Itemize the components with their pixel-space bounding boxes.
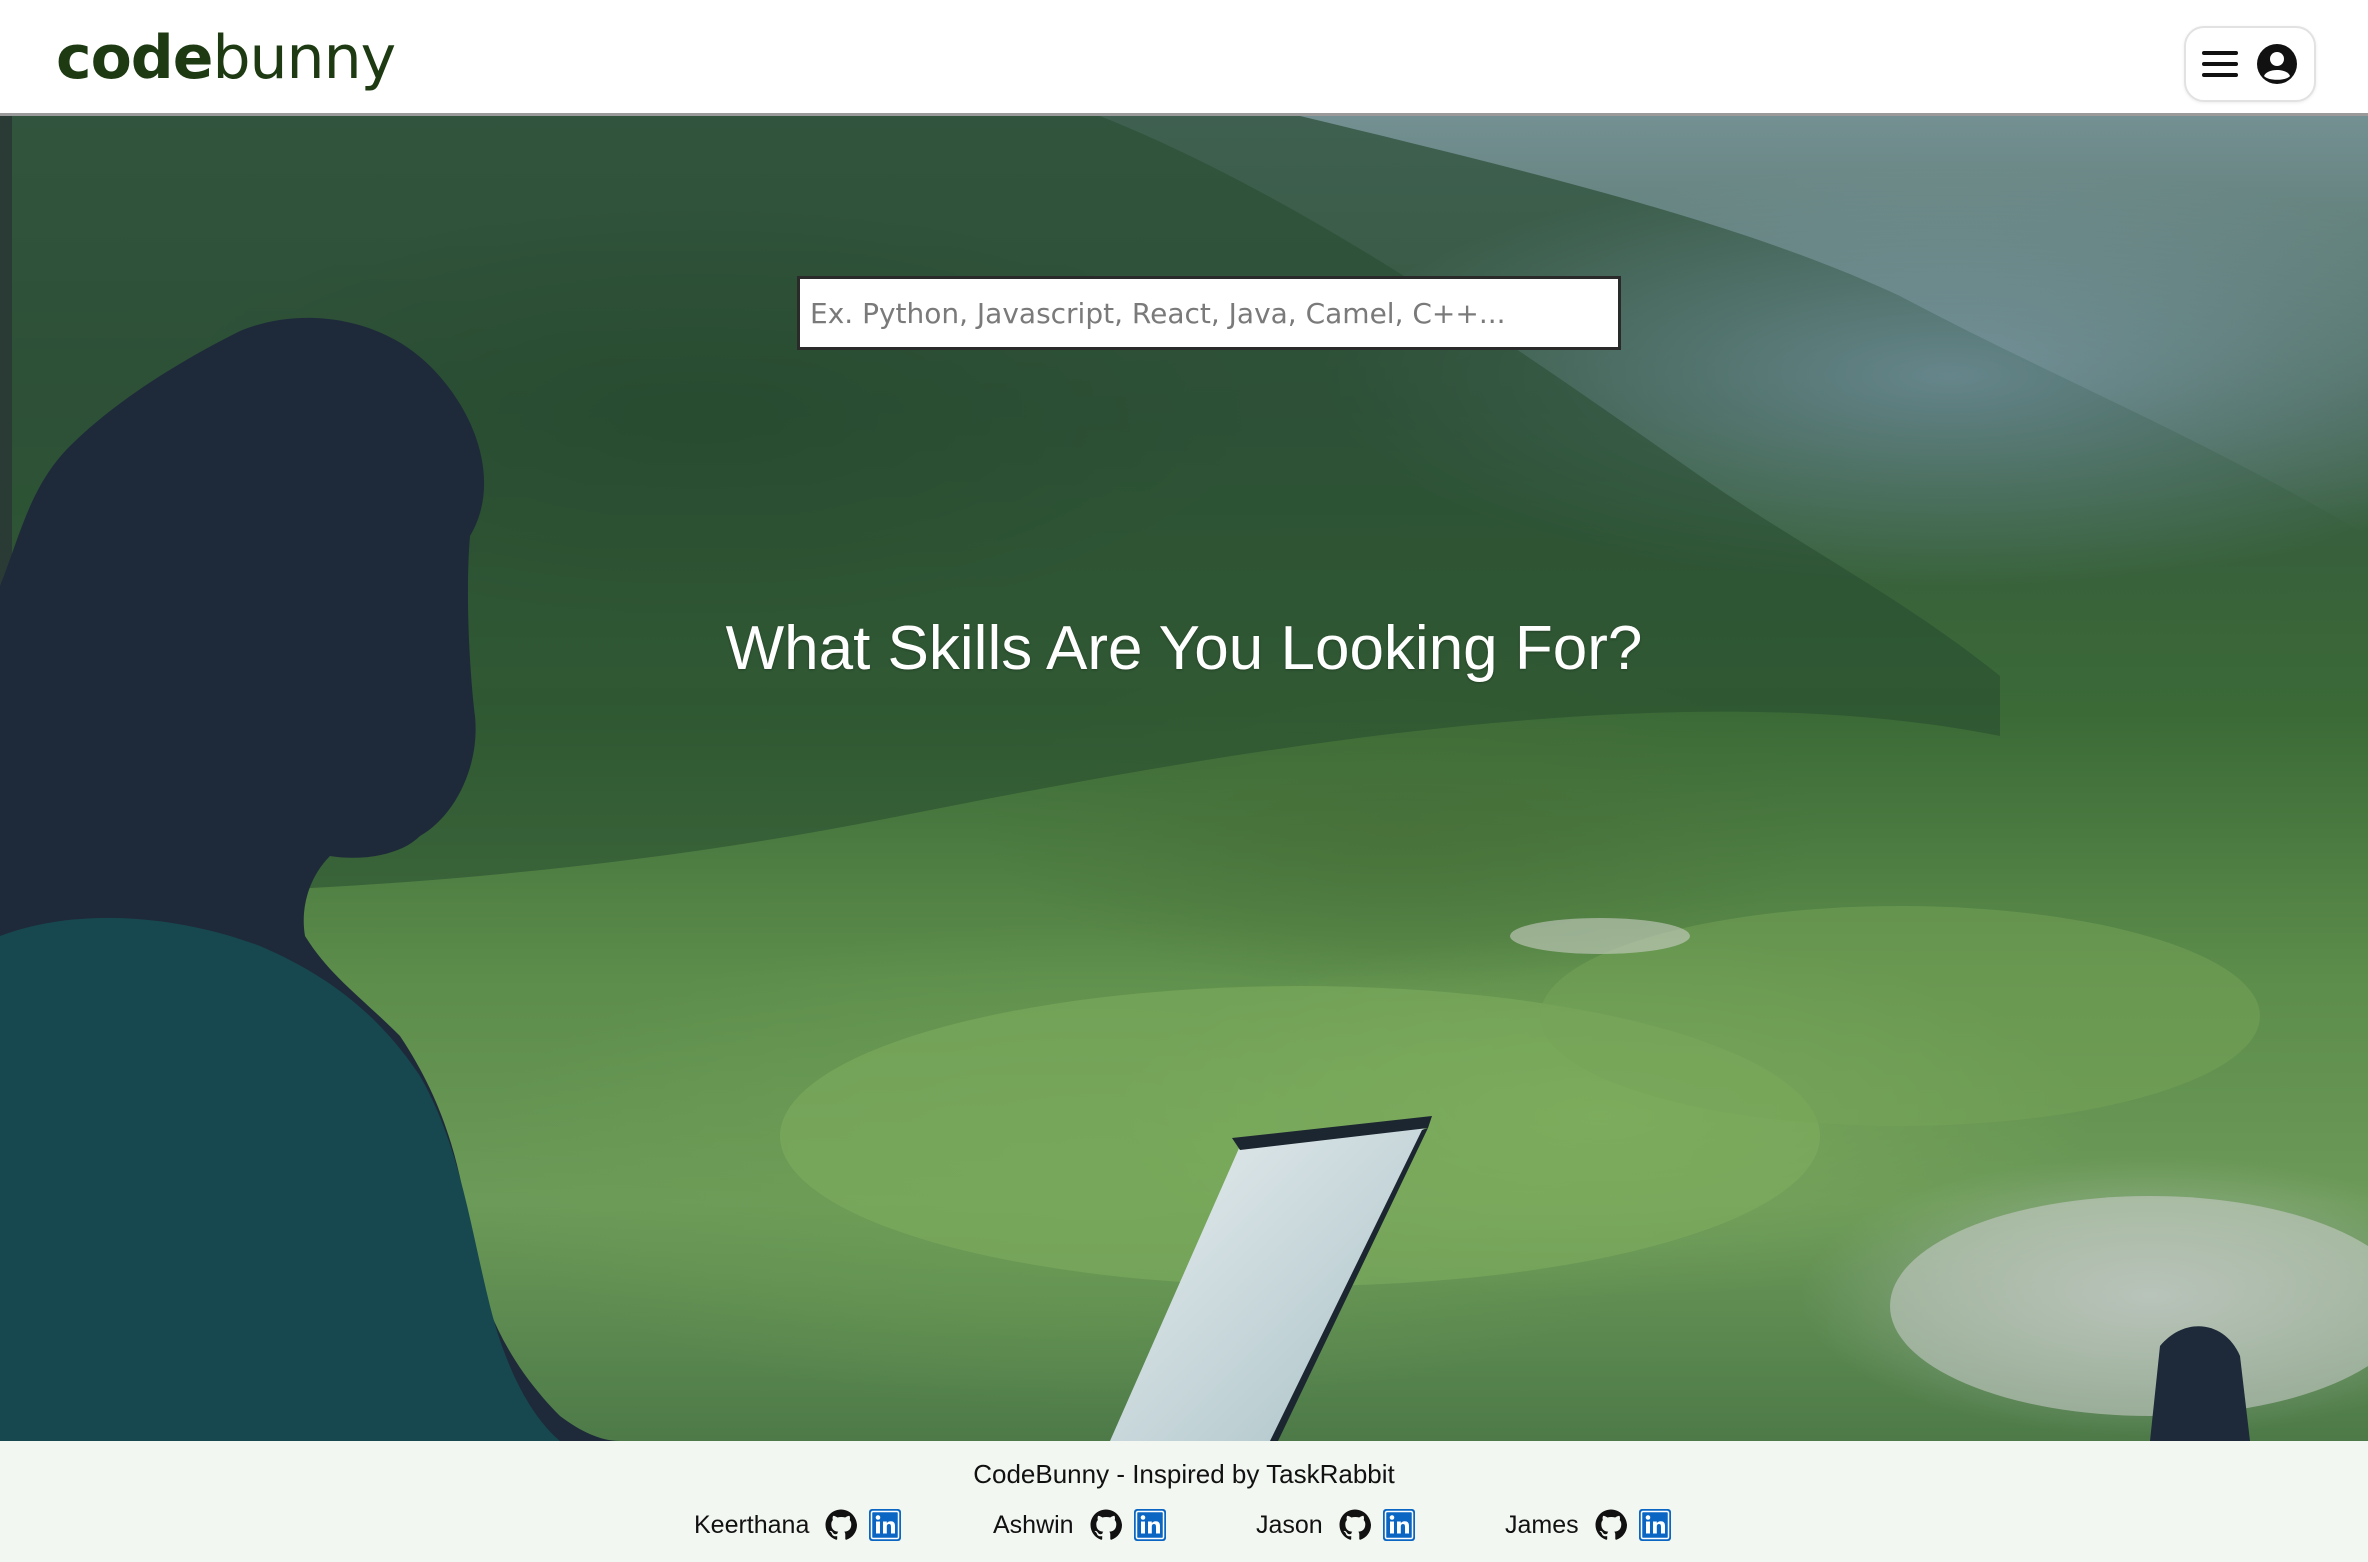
footer: CodeBunny - Inspired by TaskRabbit Keert… — [0, 1441, 2368, 1562]
footer-tagline: CodeBunny - Inspired by TaskRabbit — [973, 1459, 1395, 1489]
credit-keerthana: Keerthana — [694, 1503, 911, 1547]
hamburger-menu-icon — [2202, 49, 2238, 79]
credit-name: Jason — [1256, 1510, 1323, 1539]
credit-jason: Jason — [1256, 1503, 1425, 1547]
hero-title: What Skills Are You Looking For? — [725, 614, 1643, 683]
logo-light-text: bunny — [212, 23, 396, 93]
linkedin-icon[interactable] — [1381, 1507, 1417, 1543]
user-circle-icon — [2256, 43, 2298, 85]
linkedin-icon[interactable] — [1637, 1507, 1673, 1543]
skills-search-input[interactable] — [800, 279, 1618, 347]
page: codebunny Ex. Python, Javascript, React,… — [0, 0, 2368, 1562]
github-icon[interactable] — [1593, 1507, 1629, 1543]
logo-bold-text: code — [56, 23, 213, 93]
logo[interactable]: codebunny — [56, 20, 396, 96]
credit-ashwin: Ashwin — [993, 1503, 1176, 1547]
github-icon[interactable] — [1088, 1507, 1124, 1543]
top-navbar: codebunny — [0, 0, 2368, 116]
credit-name: Ashwin — [993, 1510, 1074, 1539]
credit-james: James — [1505, 1503, 1681, 1547]
account-menu-button[interactable] — [2184, 26, 2316, 102]
footer-credits: Keerthana Ashwin Jason James — [0, 1503, 2368, 1547]
github-icon[interactable] — [1337, 1507, 1373, 1543]
credit-name: Keerthana — [694, 1510, 810, 1539]
github-icon[interactable] — [823, 1507, 859, 1543]
linkedin-icon[interactable] — [1132, 1507, 1168, 1543]
linkedin-icon[interactable] — [867, 1507, 903, 1543]
credit-name: James — [1505, 1510, 1579, 1539]
skills-search-box — [797, 276, 1621, 350]
hero-section: What Skills Are You Looking For? — [0, 116, 2368, 1441]
